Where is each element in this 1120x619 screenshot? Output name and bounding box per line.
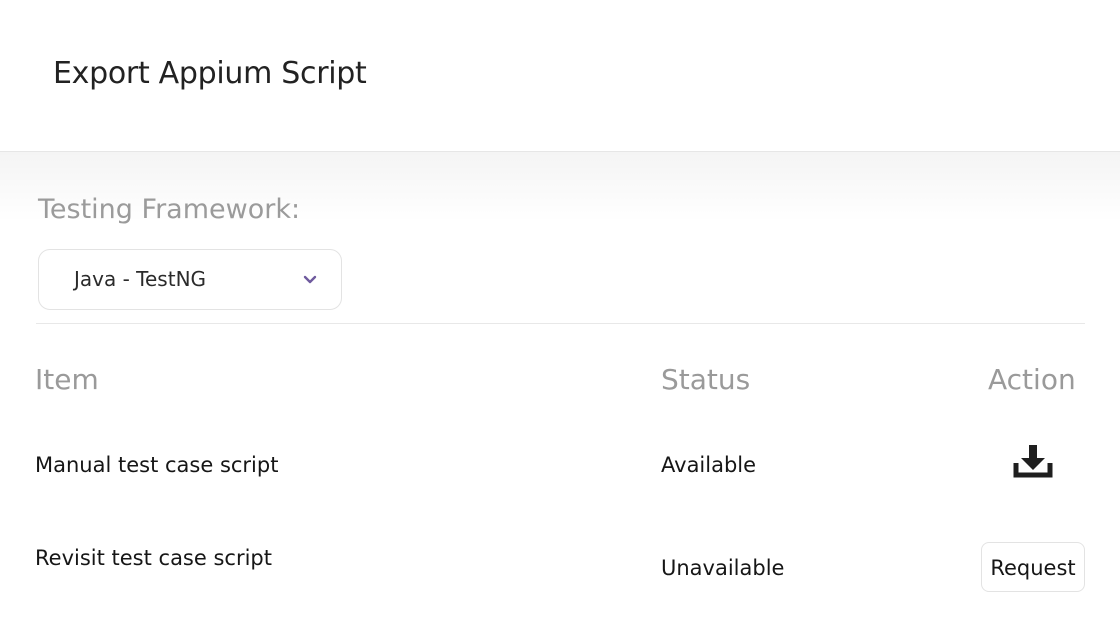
testing-framework-label: Testing Framework: xyxy=(38,194,301,225)
page-header: Export Appium Script xyxy=(0,0,1120,152)
testing-framework-select[interactable]: Java - TestNG xyxy=(38,249,342,310)
chevron-down-icon xyxy=(303,275,317,284)
download-icon xyxy=(1013,445,1053,478)
page-title: Export Appium Script xyxy=(53,56,367,91)
download-button[interactable] xyxy=(1013,443,1053,479)
row-manual-item: Manual test case script xyxy=(35,453,279,477)
row-revisit-item: Revisit test case script xyxy=(35,546,272,570)
testing-framework-selected-value: Java - TestNG xyxy=(74,267,207,291)
section-divider xyxy=(36,323,1085,324)
request-button[interactable]: Request xyxy=(981,542,1085,592)
column-header-item: Item xyxy=(35,363,99,396)
export-appium-script-page: Export Appium Script Testing Framework: … xyxy=(0,0,1120,619)
row-manual-status: Available xyxy=(661,453,757,477)
column-header-action: Action xyxy=(988,363,1076,396)
row-revisit-status: Unavailable xyxy=(661,556,785,580)
column-header-status: Status xyxy=(661,363,751,396)
